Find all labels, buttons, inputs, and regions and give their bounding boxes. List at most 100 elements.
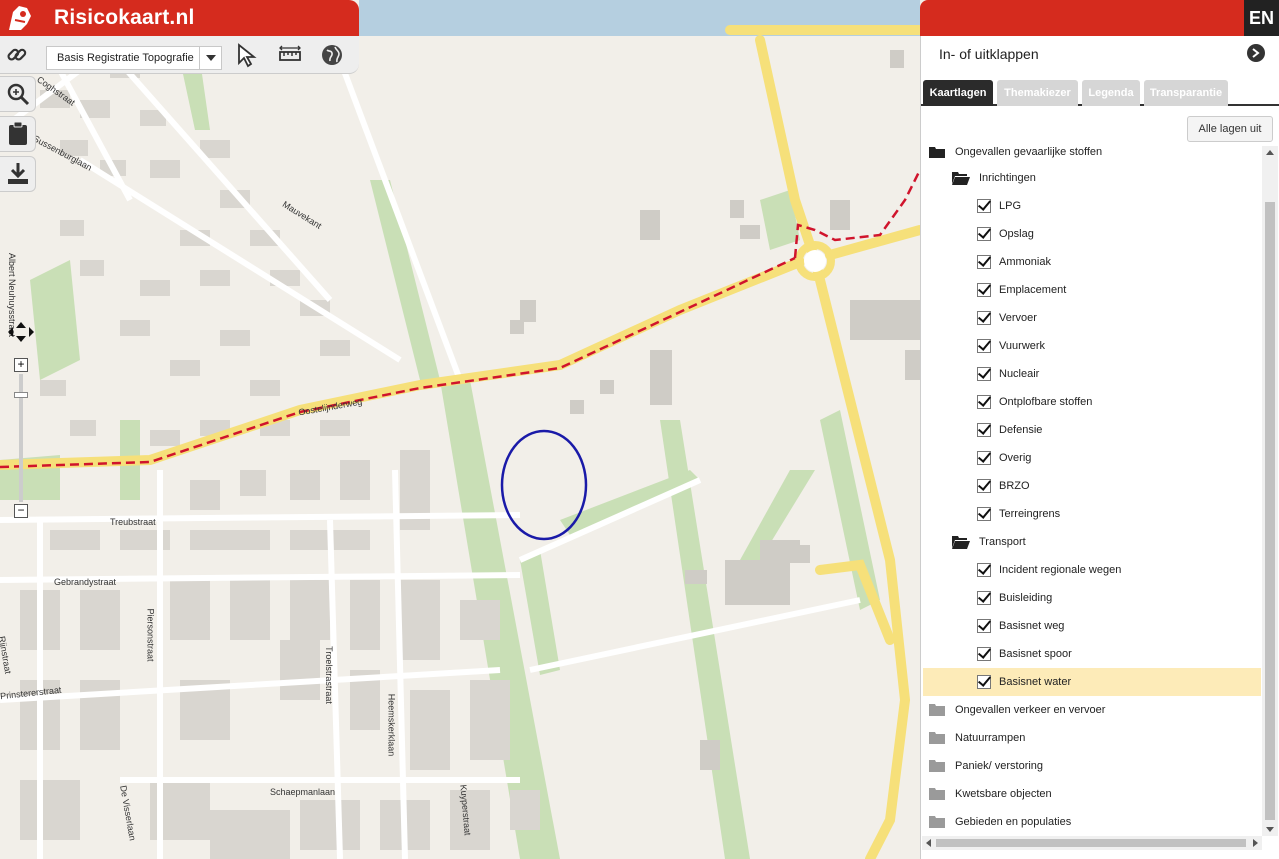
tab-kaartlagen[interactable]: Kaartlagen — [923, 80, 993, 106]
folder-icon — [927, 758, 947, 774]
search-zoom-icon[interactable] — [0, 76, 36, 112]
street-label: Piersonstraat — [145, 608, 156, 662]
layer-group-label: Paniek/ verstoring — [955, 760, 1044, 772]
pan-control[interactable] — [4, 320, 38, 344]
link-icon[interactable] — [0, 38, 34, 72]
layer-group-label: Kwetsbare objecten — [955, 788, 1052, 800]
layer-item[interactable]: Terreingrens — [977, 500, 1265, 528]
layer-item[interactable]: Opslag — [977, 220, 1265, 248]
layer-checkbox[interactable] — [977, 283, 991, 297]
layer-group-row[interactable]: Transport — [951, 528, 1265, 556]
layer-item[interactable]: Emplacement — [977, 276, 1265, 304]
layer-label: Opslag — [999, 228, 1034, 240]
layer-group-label: Transport — [979, 536, 1026, 548]
layer-checkbox[interactable] — [977, 647, 991, 661]
zoom-in-button[interactable]: + — [14, 358, 28, 372]
select-arrow-icon[interactable] — [230, 38, 264, 72]
app-title[interactable]: Risicokaart.nl — [54, 6, 195, 30]
map-drawing — [0, 0, 920, 859]
layer-checkbox[interactable] — [977, 451, 991, 465]
layer-checkbox[interactable] — [977, 479, 991, 493]
layer-checkbox[interactable] — [977, 507, 991, 521]
collapse-toggle[interactable]: In- of uitklappen — [921, 36, 1279, 72]
layer-item[interactable]: Vervoer — [977, 304, 1265, 332]
layer-item[interactable]: Defensie — [977, 416, 1265, 444]
layer-group-row[interactable]: Ongevallen gevaarlijke stoffen — [927, 146, 1265, 166]
globe-icon[interactable] — [315, 38, 349, 72]
layer-group-row[interactable]: Natuurrampen — [927, 724, 1265, 752]
measure-icon[interactable] — [273, 38, 307, 72]
chevron-down-icon[interactable] — [1262, 824, 1278, 834]
layer-group-row[interactable]: Paniek/ verstoring — [927, 752, 1265, 780]
layer-item[interactable]: BRZO — [977, 472, 1265, 500]
chevron-left-icon[interactable] — [924, 836, 934, 850]
layer-item[interactable]: Basisnet weg — [977, 612, 1265, 640]
layer-group-row[interactable]: Inrichtingen — [951, 164, 1265, 192]
layer-item[interactable]: Overig — [977, 444, 1265, 472]
layer-checkbox[interactable] — [977, 563, 991, 577]
logo-icon — [0, 0, 40, 36]
folder-open-icon — [927, 146, 947, 160]
zoom-out-button[interactable]: − — [14, 504, 28, 518]
horizontal-scrollbar[interactable] — [922, 836, 1262, 850]
tab-themakiezer[interactable]: Themakiezer — [997, 80, 1078, 106]
folder-icon — [927, 814, 947, 830]
layer-checkbox[interactable] — [977, 199, 991, 213]
layer-label: Ontplofbare stoffen — [999, 396, 1093, 408]
layer-checkbox[interactable] — [977, 423, 991, 437]
layer-group-row[interactable]: Kwetsbare objecten — [927, 780, 1265, 808]
layer-item[interactable]: Vuurwerk — [977, 332, 1265, 360]
zoom-slider-handle[interactable] — [14, 392, 28, 398]
download-icon[interactable] — [0, 156, 36, 192]
folder-open-icon — [951, 170, 971, 186]
layer-checkbox[interactable] — [977, 675, 991, 689]
street-label: Gebrandystraat — [54, 577, 117, 587]
layer-checkbox[interactable] — [977, 367, 991, 381]
layer-item[interactable]: Basisnet spoor — [977, 640, 1265, 668]
layers-panel: In- of uitklappen Kaartlagen Themakiezer… — [920, 36, 1279, 859]
street-label: Treubstraat — [110, 517, 156, 527]
layer-label: LPG — [999, 200, 1022, 212]
layer-label: Vervoer — [999, 312, 1037, 324]
layer-group-label: Gebieden en populaties — [955, 816, 1072, 828]
map-canvas[interactable]: Coghstraat Sussenburglaan Mauvekant Albe… — [0, 0, 920, 859]
vertical-scrollbar[interactable] — [1262, 146, 1278, 836]
layer-checkbox[interactable] — [977, 591, 991, 605]
layer-tree: Ongevallen gevaarlijke stoffen Inrichtin… — [921, 146, 1265, 836]
layer-checkbox[interactable] — [977, 227, 991, 241]
layer-item[interactable]: LPG — [977, 192, 1265, 220]
layer-item[interactable]: Incident regionale wegen — [977, 556, 1265, 584]
layer-checkbox[interactable] — [977, 395, 991, 409]
layer-checkbox[interactable] — [977, 311, 991, 325]
layer-label: Basisnet weg — [999, 620, 1065, 632]
layer-item[interactable]: Buisleiding — [977, 584, 1265, 612]
base-layer-select[interactable]: Basis Registratie Topografie — [46, 46, 222, 70]
layer-item[interactable]: Nucleair — [977, 360, 1265, 388]
chevron-right-icon[interactable] — [1250, 836, 1260, 850]
language-button[interactable]: EN — [1244, 0, 1279, 36]
panel-tabs: Kaartlagen Themakiezer Legenda Transpara… — [921, 80, 1279, 106]
horizontal-scroll-thumb[interactable] — [936, 839, 1246, 847]
layer-label: Basisnet water — [999, 676, 1072, 688]
layer-checkbox[interactable] — [977, 619, 991, 633]
layer-item-highlighted[interactable]: Basisnet water — [923, 668, 1261, 696]
folder-icon — [927, 702, 947, 718]
street-label: Troelstrastraat — [323, 646, 334, 704]
layer-group-label: Ongevallen gevaarlijke stoffen — [955, 146, 1103, 158]
layer-label: Vuurwerk — [999, 340, 1046, 352]
collapse-label: In- of uitklappen — [939, 46, 1039, 62]
layer-checkbox[interactable] — [977, 255, 991, 269]
clipboard-icon[interactable] — [0, 116, 36, 152]
tab-transparantie[interactable]: Transparantie — [1144, 80, 1228, 106]
tab-legenda[interactable]: Legenda — [1082, 80, 1140, 106]
layer-group-row[interactable]: Gebieden en populaties — [927, 808, 1265, 836]
vertical-scroll-thumb[interactable] — [1265, 202, 1275, 820]
layer-group-row[interactable]: Ongevallen verkeer en vervoer — [927, 696, 1265, 724]
folder-icon — [927, 730, 947, 746]
chevron-up-icon[interactable] — [1262, 148, 1278, 158]
layer-item[interactable]: Ammoniak — [977, 248, 1265, 276]
layer-item[interactable]: Ontplofbare stoffen — [977, 388, 1265, 416]
chevron-down-icon — [199, 47, 221, 69]
all-layers-off-button[interactable]: Alle lagen uit — [1187, 116, 1273, 142]
layer-checkbox[interactable] — [977, 339, 991, 353]
